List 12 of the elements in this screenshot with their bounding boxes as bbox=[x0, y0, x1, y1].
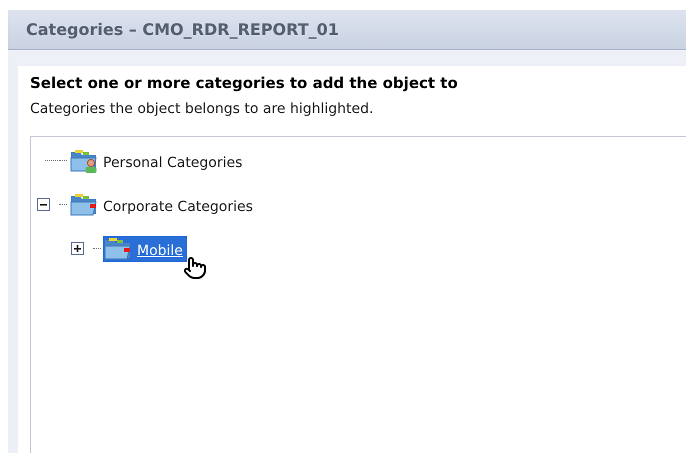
folder-icon bbox=[69, 192, 99, 218]
expand-button[interactable] bbox=[71, 242, 84, 255]
hint-text: Categories the object belongs to are highlighted. bbox=[30, 100, 374, 118]
folder-icon bbox=[103, 236, 133, 262]
dialog-title: Categories – CMO_RDR_REPORT_01 bbox=[26, 18, 339, 41]
hand-cursor-icon bbox=[183, 256, 207, 280]
heading: Select one or more categories to add the object to bbox=[30, 73, 459, 94]
folder-person-icon bbox=[69, 148, 99, 174]
tree-item[interactable]: Personal Categories bbox=[69, 148, 246, 174]
plus-icon bbox=[73, 244, 82, 253]
tree-item[interactable]: Corporate Categories bbox=[69, 192, 257, 218]
collapse-button[interactable] bbox=[37, 198, 50, 211]
